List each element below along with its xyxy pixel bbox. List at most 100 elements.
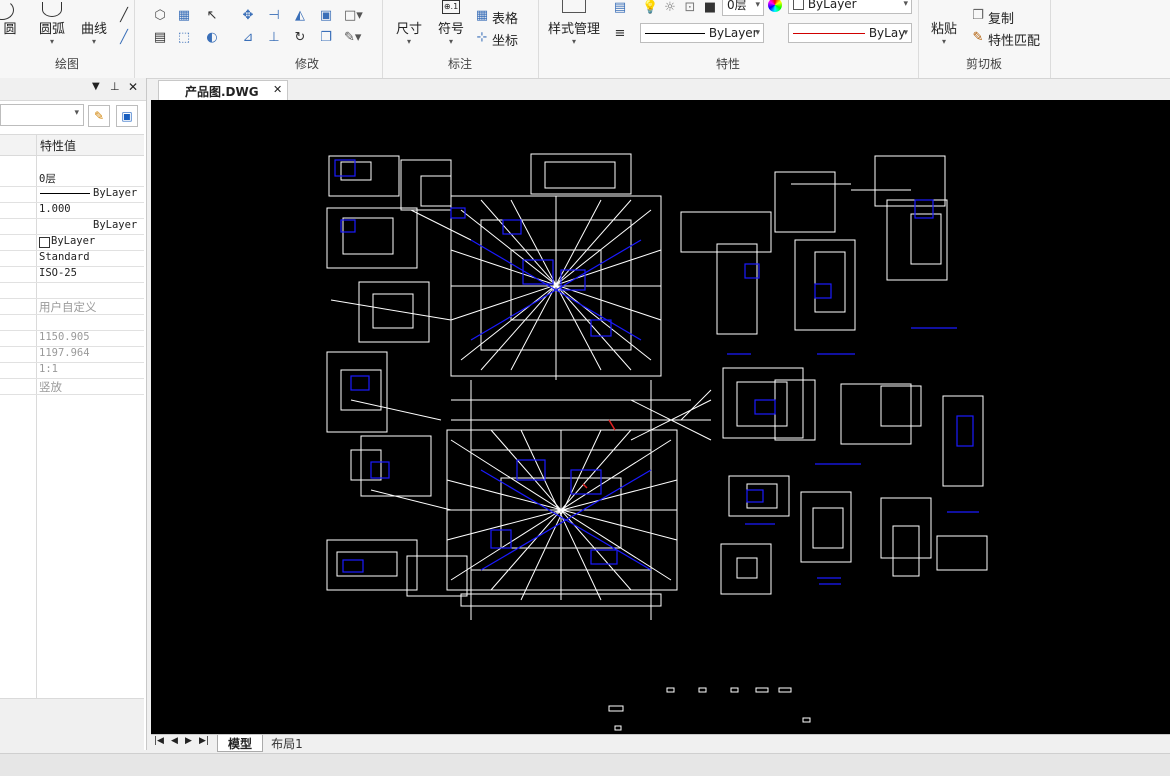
- circle-icon: [0, 0, 14, 20]
- freeze-icon[interactable]: ☼: [662, 0, 678, 16]
- property-column-header: 特性值: [0, 134, 144, 156]
- last-layout-icon[interactable]: ▶|: [199, 736, 209, 746]
- layer-props-icon[interactable]: ▤: [612, 0, 628, 16]
- property-row[interactable]: Standard: [0, 250, 144, 267]
- layer-color-icon[interactable]: ■: [702, 0, 718, 16]
- dimension-label: 尺寸: [395, 22, 422, 37]
- lineweight-preview: [793, 33, 865, 34]
- table-label[interactable]: 表格: [492, 8, 518, 27]
- trim-icon[interactable]: ⊣: [266, 8, 282, 24]
- table-icon[interactable]: ▦: [474, 8, 490, 24]
- property-row[interactable]: ByLayer: [0, 234, 144, 251]
- property-row[interactable]: 1.000: [0, 202, 144, 219]
- linetype-select-value: ByLayer: [708, 26, 758, 40]
- offset-icon[interactable]: ⊿: [240, 30, 256, 46]
- properties-group-label: 特性: [715, 57, 740, 71]
- toggle-pickadd-button[interactable]: ✎: [88, 105, 110, 127]
- paste-label: 粘贴: [930, 22, 957, 37]
- close-icon[interactable]: ✕: [128, 80, 138, 94]
- color-select[interactable]: ByLayer ▾: [788, 0, 912, 14]
- arc-dropdown-icon[interactable]: ▾: [36, 37, 68, 46]
- document-tab-title: 产品图.DWG: [185, 85, 259, 99]
- rotate-icon[interactable]: ↻: [292, 30, 308, 46]
- linetype-preview: [645, 33, 705, 34]
- prev-layout-icon[interactable]: ◀: [171, 736, 178, 746]
- property-row[interactable]: [0, 314, 144, 331]
- property-value: ISO-25: [39, 267, 77, 279]
- mirror-icon[interactable]: ◭: [292, 8, 308, 24]
- move-icon[interactable]: ✥: [240, 8, 256, 24]
- layer-state-icon[interactable]: 💡: [642, 0, 658, 16]
- style-manager-button[interactable]: 样式管理 ▾: [546, 18, 602, 46]
- first-layout-icon[interactable]: |◀: [154, 736, 164, 746]
- property-row[interactable]: [0, 282, 144, 299]
- property-row[interactable]: 1150.905: [0, 330, 144, 347]
- layer-select[interactable]: 0层 ▾: [722, 0, 764, 16]
- region-icon[interactable]: ⬚: [176, 30, 192, 46]
- document-tab[interactable]: 产品图.DWG ✕: [158, 80, 288, 100]
- pin-icon[interactable]: ⊥: [110, 80, 120, 93]
- status-bar: [0, 753, 1170, 776]
- edit-icon[interactable]: ✎▾: [344, 30, 361, 46]
- paste-button[interactable]: 粘贴 ▾: [928, 18, 960, 46]
- curve-button[interactable]: 曲线 ▾: [78, 18, 110, 46]
- match-props-icon[interactable]: ✎: [970, 30, 986, 46]
- lineweight-select[interactable]: ByLay ▾: [788, 23, 912, 43]
- drawing-canvas[interactable]: [151, 100, 1170, 734]
- select-objects-button[interactable]: ▣: [116, 105, 138, 127]
- property-row[interactable]: 1:1: [0, 362, 144, 379]
- style-manager-label: 样式管理: [547, 22, 600, 37]
- annotate-group-label: 标注: [447, 57, 472, 71]
- layout-tab-bar: |◀ ◀ ▶ ▶| 模型 布局1: [151, 734, 1170, 752]
- match-props-label[interactable]: 特性匹配: [988, 30, 1040, 49]
- property-row[interactable]: 0层: [0, 170, 144, 187]
- chevron-down-icon: ▾: [74, 108, 79, 118]
- hexagon-icon[interactable]: ⬡: [152, 8, 168, 24]
- line-tool-icon[interactable]: ╱: [116, 8, 132, 24]
- property-value: Standard: [39, 251, 90, 263]
- color-wheel-icon[interactable]: [768, 0, 782, 12]
- polyline-tool-icon[interactable]: ╱: [116, 30, 132, 46]
- next-layout-icon[interactable]: ▶: [185, 736, 192, 746]
- close-tab-icon[interactable]: ✕: [273, 83, 282, 96]
- property-row[interactable]: ISO-25: [0, 266, 144, 283]
- property-row[interactable]: ByLayer: [0, 218, 144, 235]
- color-select-value: ByLayer: [807, 0, 857, 11]
- property-row[interactable]: ByLayer: [0, 186, 144, 203]
- linetype-select[interactable]: ByLayer ▾: [640, 23, 764, 43]
- hatch-icon[interactable]: ▤: [152, 30, 168, 46]
- draw-group-label: 绘图: [54, 57, 79, 71]
- draw-group: 圆 圆弧 ▾ 曲线 ▾ ╱ ╱ 绘图: [0, 0, 135, 78]
- properties-panel: ▼ ⊥ ✕ ▾ ✎ ▣ 特性值 0层 ByLayer 1.000 ByLayer…: [0, 78, 147, 751]
- color-swatch: [793, 0, 804, 10]
- tab-layout1[interactable]: 布局1: [263, 735, 311, 751]
- pick-arrow-icon[interactable]: ↖: [204, 8, 220, 24]
- curve-dropdown-icon[interactable]: ▾: [78, 37, 110, 46]
- coordinate-icon[interactable]: ⊹: [474, 30, 490, 46]
- circle-button[interactable]: 圆: [0, 0, 20, 37]
- panel-menu-icon[interactable]: ▼: [92, 81, 100, 92]
- dimension-button[interactable]: 尺寸 ▾: [394, 18, 424, 46]
- lock-icon[interactable]: ⊡: [682, 0, 698, 16]
- property-row[interactable]: 1197.964: [0, 346, 144, 363]
- shape-group: ⬡ ▦ ↖ ▤ ⬚ ◐: [134, 0, 232, 78]
- tab-layout1-label: 布局1: [271, 737, 303, 751]
- copy-label[interactable]: 复制: [988, 8, 1014, 27]
- extend-icon[interactable]: ⊥: [266, 30, 282, 46]
- block-insert-icon[interactable]: ▦: [176, 8, 192, 24]
- array-icon[interactable]: □▾: [344, 8, 363, 24]
- copy-object-icon[interactable]: ❐: [318, 30, 334, 46]
- property-row[interactable]: 用户自定义: [0, 298, 144, 315]
- sphere-icon[interactable]: ◐: [204, 30, 220, 46]
- lineweight-icon[interactable]: ≡: [612, 26, 628, 42]
- linework-blue: [334, 159, 979, 585]
- property-row[interactable]: 竖放: [0, 378, 144, 395]
- object-select[interactable]: ▾: [0, 104, 84, 126]
- scale-icon[interactable]: ▣: [318, 8, 334, 24]
- tab-model[interactable]: 模型: [217, 735, 263, 752]
- coordinate-label[interactable]: 坐标: [492, 30, 518, 49]
- property-value: ByLayer: [51, 235, 96, 247]
- symbol-button[interactable]: ⊕.1 符号 ▾: [436, 0, 466, 46]
- copy-icon[interactable]: ❐: [970, 8, 986, 24]
- arc-button[interactable]: 圆弧 ▾: [36, 2, 68, 46]
